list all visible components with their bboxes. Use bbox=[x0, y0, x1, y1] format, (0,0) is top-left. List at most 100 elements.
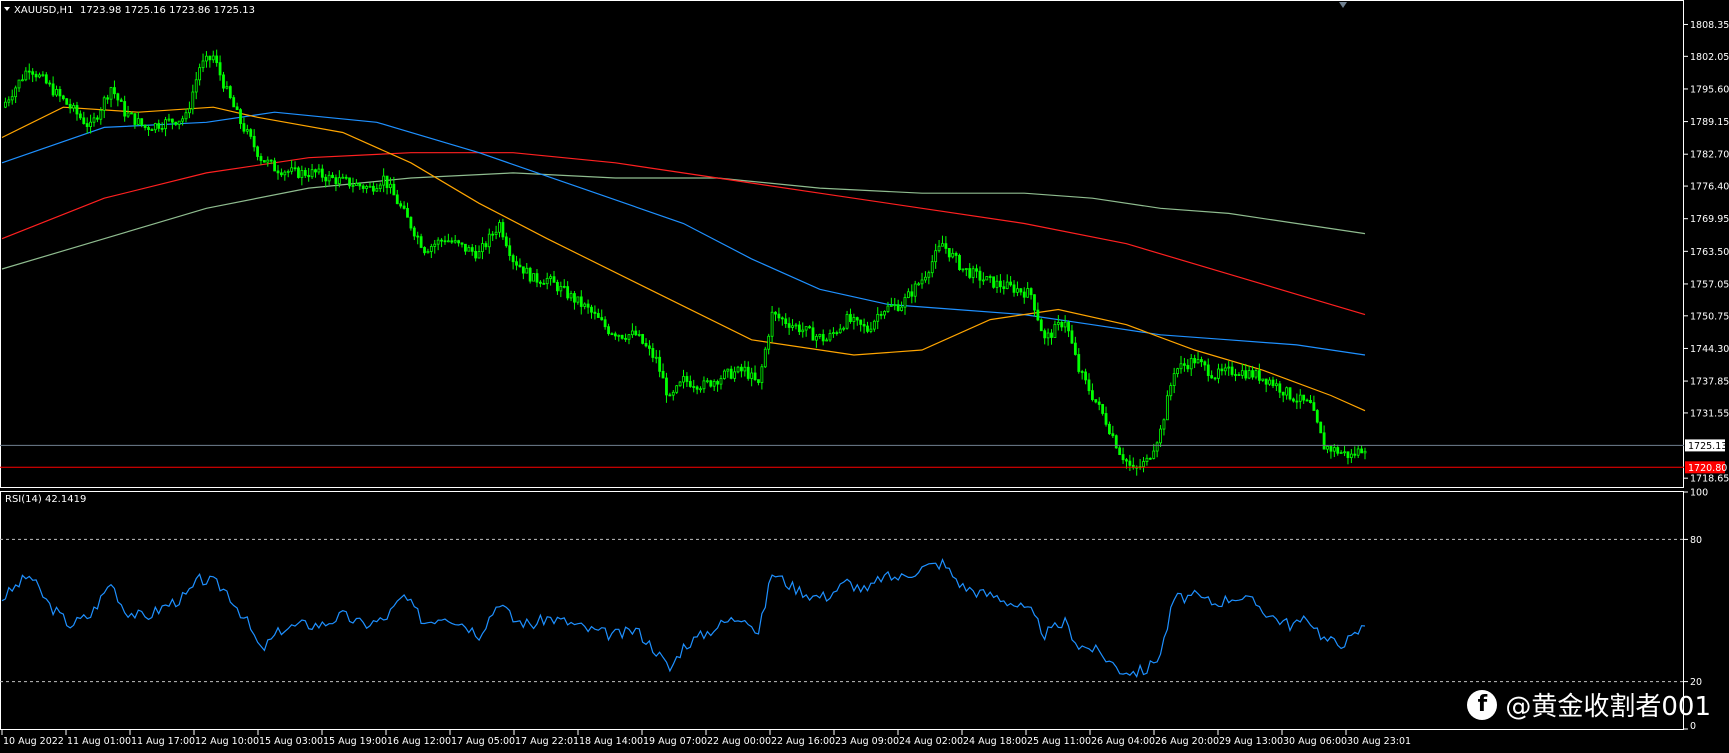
candle-body bbox=[1104, 413, 1108, 425]
rsi-tick-label: 100 bbox=[1690, 488, 1708, 499]
candle-body bbox=[835, 332, 839, 335]
candle-body bbox=[399, 203, 403, 207]
candle-body bbox=[385, 175, 389, 188]
candle-body bbox=[1254, 370, 1258, 378]
price-tick-label: 1782.70 bbox=[1690, 150, 1729, 161]
candle-body bbox=[21, 79, 24, 82]
candle-body bbox=[906, 291, 910, 298]
candle-body bbox=[1206, 364, 1210, 376]
candle-body bbox=[423, 247, 426, 254]
candle-body bbox=[1067, 321, 1070, 332]
candle-body bbox=[562, 285, 566, 288]
candle-body bbox=[1094, 399, 1098, 403]
candle-body bbox=[1343, 451, 1346, 454]
candle-body bbox=[968, 268, 972, 278]
candle-body bbox=[1077, 354, 1081, 372]
candle-body bbox=[290, 167, 294, 172]
chart-background bbox=[0, 0, 1729, 753]
candle-body bbox=[515, 261, 518, 266]
candle-body bbox=[590, 306, 593, 313]
candle-body bbox=[699, 388, 702, 391]
candle-body bbox=[89, 121, 92, 127]
candle-body bbox=[937, 245, 941, 252]
candle-body bbox=[320, 168, 324, 178]
candle-body bbox=[205, 55, 208, 62]
candle-body bbox=[780, 317, 784, 320]
candle-body bbox=[249, 129, 253, 137]
candle-body bbox=[44, 74, 48, 84]
candle-body bbox=[1360, 448, 1363, 454]
candle-body bbox=[1179, 363, 1183, 370]
candle-body bbox=[358, 183, 362, 187]
candle-body bbox=[82, 117, 86, 124]
candle-body bbox=[218, 62, 222, 76]
candle-body bbox=[433, 243, 437, 247]
candle-body bbox=[160, 127, 164, 130]
candle-body bbox=[252, 135, 256, 148]
candle-body bbox=[498, 222, 501, 233]
candle-body bbox=[215, 55, 219, 64]
current-price-label: 1725.13 bbox=[1688, 441, 1727, 452]
candle-body bbox=[1322, 432, 1326, 450]
candle-body bbox=[85, 123, 89, 127]
candle-body bbox=[869, 328, 873, 332]
candle-body bbox=[440, 239, 443, 242]
candle-body bbox=[130, 112, 133, 115]
candle-body bbox=[426, 251, 430, 254]
candle-body bbox=[1165, 395, 1169, 421]
candle-body bbox=[487, 233, 491, 248]
candle-body bbox=[341, 176, 345, 179]
candle-body bbox=[481, 243, 484, 253]
candle-body bbox=[1230, 366, 1234, 375]
candle-body bbox=[1016, 288, 1019, 293]
candle-body bbox=[1278, 383, 1282, 393]
candle-body bbox=[474, 250, 478, 259]
candle-body bbox=[549, 276, 553, 279]
candle-body bbox=[889, 304, 893, 307]
candle-body bbox=[1302, 394, 1306, 401]
candle-body bbox=[770, 311, 774, 337]
candle-body bbox=[262, 160, 266, 163]
candle-body bbox=[259, 156, 263, 161]
candle-body bbox=[671, 391, 675, 396]
candle-body bbox=[1196, 359, 1200, 364]
candle-body bbox=[55, 89, 58, 96]
candle-body bbox=[354, 183, 358, 186]
candle-body bbox=[245, 129, 249, 132]
candle-body bbox=[242, 123, 246, 132]
candle-body bbox=[150, 129, 154, 131]
candle-body bbox=[794, 324, 798, 327]
candle-body bbox=[1240, 370, 1244, 376]
candle-body bbox=[225, 86, 229, 89]
trading-chart[interactable]: 1808.35 1802.05 1795.60 1789.15 1782.70 1776.… bbox=[0, 0, 1729, 753]
candle-body bbox=[409, 216, 413, 229]
candle-body bbox=[1172, 373, 1176, 386]
candle-body bbox=[862, 324, 866, 327]
candle-body bbox=[620, 334, 624, 339]
candle-body bbox=[995, 280, 999, 288]
candle-body bbox=[75, 105, 79, 115]
time-tick-label: 29 Aug 13:00 bbox=[1219, 736, 1283, 747]
candle-body bbox=[750, 372, 754, 379]
candle-body bbox=[1029, 288, 1033, 296]
candle-body bbox=[181, 118, 184, 122]
red-price-label: 1720.80 bbox=[1688, 463, 1727, 474]
candle-body bbox=[668, 394, 672, 397]
candle-body bbox=[24, 70, 28, 81]
price-tick-label: 1750.75 bbox=[1690, 311, 1729, 322]
time-tick-label: 30 Aug 06:00 bbox=[1283, 736, 1347, 747]
candle-body bbox=[1189, 358, 1193, 370]
candle-body bbox=[1363, 450, 1367, 454]
candle-body bbox=[395, 194, 399, 205]
candle-body bbox=[685, 376, 689, 382]
candle-body bbox=[78, 113, 82, 119]
candle-body bbox=[501, 222, 505, 238]
time-tick-label: 11 Aug 17:00 bbox=[131, 736, 195, 747]
candle-body bbox=[1046, 332, 1050, 339]
candle-body bbox=[1298, 394, 1302, 402]
candle-body bbox=[1125, 459, 1128, 462]
candle-body bbox=[576, 296, 580, 303]
candle-body bbox=[41, 74, 45, 77]
time-tick-label: 15 Aug 19:00 bbox=[323, 736, 387, 747]
candle-body bbox=[934, 250, 938, 263]
